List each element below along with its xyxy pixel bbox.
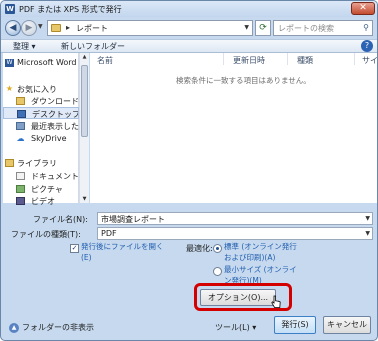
organize-menu[interactable]: 整理 ▾: [13, 41, 36, 52]
command-bar: 整理 ▾ 新しいフォルダー ?: [1, 39, 377, 53]
skydrive-icon: ☁: [16, 134, 25, 143]
navigation-pane: W Microsoft Word ★ お気に入り ダウンロード デスクトップ 最…: [3, 53, 79, 206]
empty-message: 検索条件に一致する項目はありません。: [176, 76, 311, 85]
search-icon[interactable]: ⚲: [363, 23, 369, 32]
new-folder-button[interactable]: 新しいフォルダー: [61, 41, 125, 52]
recent-locations-dropdown[interactable]: ▼: [38, 23, 43, 30]
address-path[interactable]: レポート: [76, 23, 108, 34]
sidebar-item-documents[interactable]: ドキュメント: [3, 170, 79, 182]
open-after-publish-label[interactable]: 発行後にファイルを開く: [81, 241, 164, 252]
download-folder-icon: [16, 97, 25, 105]
filename-dropdown-icon[interactable]: ▼: [365, 215, 370, 222]
column-header-name[interactable]: 名前: [97, 55, 113, 66]
filename-value: 市場調査レポート: [101, 215, 165, 224]
word-app-icon: W: [5, 4, 15, 14]
open-after-publish-checkbox[interactable]: ✓: [70, 244, 79, 253]
sidebar-item-recent-places[interactable]: 最近表示した場所: [3, 120, 79, 132]
back-button[interactable]: ◀: [5, 20, 21, 36]
address-bar[interactable]: ▸ レポート ▼: [47, 20, 253, 36]
sidebar-item-label: ダウンロード: [31, 97, 79, 106]
publish-button[interactable]: 発行(S): [274, 316, 316, 334]
sidebar-item-label: ライブラリ: [17, 159, 57, 168]
optimize-minimum-label[interactable]: 最小サイズ (オンライ: [224, 264, 297, 275]
library-icon: [5, 159, 14, 167]
sidebar-item-libraries[interactable]: ライブラリ: [3, 157, 79, 169]
address-dropdown-icon[interactable]: ▼: [244, 24, 249, 31]
word-icon: W: [5, 59, 14, 67]
optimize-standard-radio[interactable]: [213, 244, 222, 253]
column-header-size[interactable]: サイ: [362, 55, 377, 66]
scroll-down-icon[interactable]: ▼: [80, 196, 89, 202]
hide-folders-toggle[interactable]: ▲ フォルダーの非表示: [9, 322, 94, 333]
sidebar-item-label: お気に入り: [17, 85, 57, 94]
sidebar-item-label: ピクチャ: [31, 185, 63, 194]
desktop-icon: [17, 110, 26, 118]
sidebar-item-label: ビデオ: [31, 197, 55, 206]
scroll-up-icon[interactable]: ▲: [80, 54, 89, 60]
open-after-publish-label-shortcut[interactable]: (E): [81, 252, 92, 263]
hand-cursor-icon: [271, 295, 281, 308]
filetype-dropdown-icon[interactable]: ▼: [365, 230, 370, 237]
search-box[interactable]: レポートの検索 ⚲: [273, 20, 373, 36]
options-button[interactable]: オプション(O)...: [200, 289, 276, 306]
sidebar-item-favorites[interactable]: ★ お気に入り: [3, 83, 79, 95]
filename-label: ファイル名(N):: [33, 215, 88, 224]
sidebar-item-label: SkyDrive: [31, 134, 67, 143]
filetype-select[interactable]: PDF ▼: [97, 227, 373, 240]
column-divider[interactable]: [223, 53, 224, 65]
optimize-standard-label-2[interactable]: および印刷)(A): [224, 252, 275, 263]
column-divider[interactable]: [354, 53, 355, 65]
tools-menu[interactable]: ツール(L) ▾: [215, 322, 256, 333]
column-header-modified[interactable]: 更新日時: [233, 55, 265, 66]
filetype-label: ファイルの種類(T):: [11, 230, 81, 239]
sidebar-item-label: ドキュメント: [31, 172, 79, 181]
title-bar: W PDF または XPS 形式で発行 ✕: [1, 1, 377, 17]
folder-icon: [51, 24, 61, 32]
sidebar-item-desktop[interactable]: デスクトップ: [3, 107, 79, 119]
sidebar-item-label: 最近表示した場所: [31, 122, 79, 131]
file-list: 名前 更新日時 種類 サイ 検索条件に一致する項目はありません。: [90, 53, 377, 203]
dialog-footer: ▲ フォルダーの非表示 ツール(L) ▾ 発行(S) キャンセル: [1, 314, 377, 340]
path-separator: ▸: [66, 23, 71, 32]
sidebar-scrollbar[interactable]: ▲ ▼: [79, 53, 89, 203]
pictures-icon: [16, 185, 25, 193]
close-button[interactable]: ✕: [351, 2, 375, 15]
star-icon: ★: [5, 84, 14, 93]
optimize-minimum-radio[interactable]: [213, 267, 222, 276]
column-header-type[interactable]: 種類: [297, 55, 313, 66]
publish-dialog: W PDF または XPS 形式で発行 ✕ ◀ ▶ ▼ ▸ レポート ▼ ⟳ レ…: [0, 0, 378, 341]
optimize-standard-label[interactable]: 標準 (オンライン発行: [224, 241, 297, 252]
window-title: PDF または XPS 形式で発行: [19, 5, 122, 14]
sidebar-item-video[interactable]: ビデオ: [3, 195, 79, 207]
sidebar-item-skydrive[interactable]: ☁ SkyDrive: [3, 133, 79, 145]
sidebar-item-downloads[interactable]: ダウンロード: [3, 95, 79, 107]
sidebar-item-pictures[interactable]: ピクチャ: [3, 183, 79, 195]
documents-icon: [16, 172, 25, 180]
sidebar-item-label: デスクトップ: [32, 110, 79, 119]
help-icon[interactable]: ?: [361, 40, 373, 52]
filetype-value: PDF: [101, 229, 117, 238]
sidebar-item-microsoft-word[interactable]: W Microsoft Word: [3, 57, 79, 69]
refresh-button[interactable]: ⟳: [255, 20, 271, 36]
search-placeholder: レポートの検索: [278, 24, 334, 33]
navigation-bar: ◀ ▶ ▼ ▸ レポート ▼ ⟳ レポートの検索 ⚲: [1, 17, 377, 39]
cancel-button[interactable]: キャンセル: [323, 316, 371, 334]
chevron-up-icon: ▲: [9, 322, 19, 333]
sidebar-item-label: Microsoft Word: [17, 58, 77, 67]
video-icon: [16, 197, 25, 205]
filename-input[interactable]: 市場調査レポート ▼: [97, 212, 373, 225]
column-divider[interactable]: [287, 53, 288, 65]
forward-button[interactable]: ▶: [21, 20, 37, 36]
hide-folders-label: フォルダーの非表示: [22, 323, 94, 332]
optimize-label: 最適化:: [186, 244, 213, 253]
scroll-thumb[interactable]: [81, 65, 88, 137]
recent-places-icon: [16, 122, 25, 130]
